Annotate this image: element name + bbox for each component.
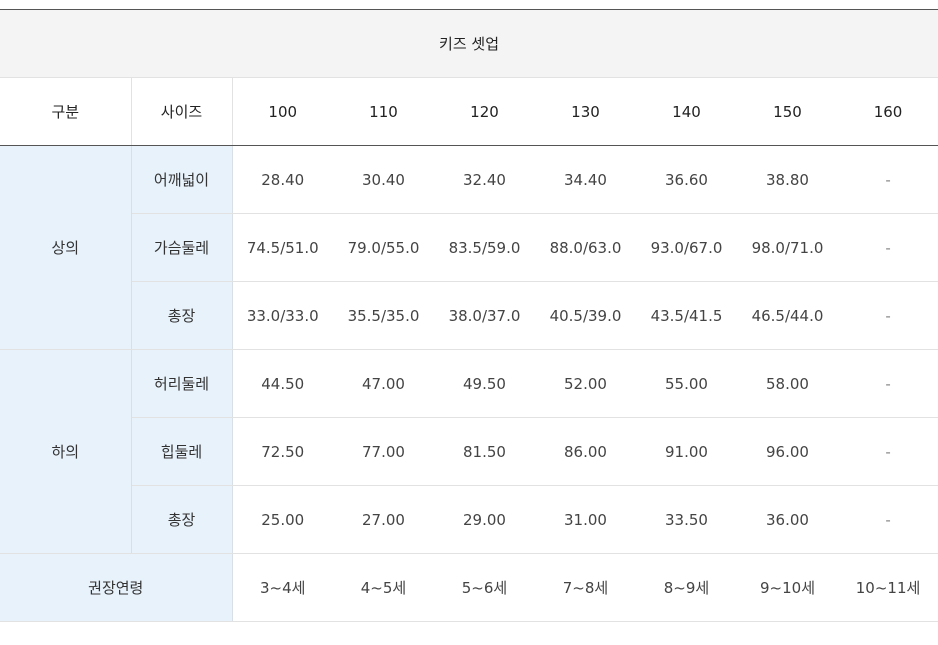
table-cell: 38.80: [737, 145, 838, 214]
table-cell: -: [838, 485, 938, 554]
table-cell: 31.00: [535, 485, 636, 554]
table-cell: 29.00: [434, 485, 535, 554]
table-cell: 34.40: [535, 145, 636, 214]
table-cell: 72.50: [232, 417, 333, 486]
table-cell: 9~10세: [737, 553, 838, 622]
row-label: 총장: [131, 281, 233, 350]
table-cell: 58.00: [737, 349, 838, 418]
table-cell: 44.50: [232, 349, 333, 418]
table-row: 하의 허리둘레 44.50 47.00 49.50 52.00 55.00 58…: [0, 349, 938, 554]
table-cell: 35.5/35.0: [333, 281, 434, 350]
row-label: 가슴둘레: [131, 213, 233, 282]
header-category: 구분: [0, 77, 132, 146]
table-title-row: 키즈 셋업: [0, 9, 938, 78]
table-cell: -: [838, 281, 938, 350]
header-size-110: 110: [333, 77, 434, 146]
table-cell: 36.60: [636, 145, 737, 214]
table-cell: 5~6세: [434, 553, 535, 622]
table-cell: 43.5/41.5: [636, 281, 737, 350]
table-cell: 91.00: [636, 417, 737, 486]
table-cell: 74.5/51.0: [232, 213, 333, 282]
category-bottom: 하의: [0, 349, 132, 554]
table-row: 상의 어깨넓이 28.40 30.40 32.40 34.40 36.60 38…: [0, 145, 938, 350]
table-row: 가슴둘레 74.5/51.0 79.0/55.0 83.5/59.0 88.0/…: [0, 213, 938, 282]
table-cell: 81.50: [434, 417, 535, 486]
table-cell: 27.00: [333, 485, 434, 554]
table-cell: -: [838, 145, 938, 214]
table-cell: 32.40: [434, 145, 535, 214]
table-cell: 47.00: [333, 349, 434, 418]
header-size-120: 120: [434, 77, 535, 146]
header-size-100: 100: [232, 77, 333, 146]
row-label: 힙둘레: [131, 417, 233, 486]
row-label: 총장: [131, 485, 233, 554]
table-cell: 93.0/67.0: [636, 213, 737, 282]
table-cell: 79.0/55.0: [333, 213, 434, 282]
table-cell: 30.40: [333, 145, 434, 214]
table-cell: 3~4세: [232, 553, 333, 622]
table-row-age: 권장연령 3~4세 4~5세 5~6세 7~8세 8~9세 9~10세 10~1…: [0, 553, 938, 622]
table-cell: 38.0/37.0: [434, 281, 535, 350]
table-cell: 49.50: [434, 349, 535, 418]
age-label: 권장연령: [0, 553, 233, 622]
table-cell: 40.5/39.0: [535, 281, 636, 350]
table-cell: 88.0/63.0: [535, 213, 636, 282]
table-cell: 98.0/71.0: [737, 213, 838, 282]
table-title: 키즈 셋업: [0, 9, 938, 78]
header-size: 사이즈: [131, 77, 233, 146]
table-cell: -: [838, 417, 938, 486]
table-cell: 46.5/44.0: [737, 281, 838, 350]
table-row: 총장 25.00 27.00 29.00 31.00 33.50 36.00 -: [0, 485, 938, 554]
table-cell: 33.0/33.0: [232, 281, 333, 350]
table-cell: 8~9세: [636, 553, 737, 622]
size-table: 키즈 셋업 구분 사이즈 100 110 120 130 140 150 160…: [0, 9, 938, 622]
row-label: 어깨넓이: [131, 145, 233, 214]
table-cell: 86.00: [535, 417, 636, 486]
table-row: 힙둘레 72.50 77.00 81.50 86.00 91.00 96.00 …: [0, 417, 938, 486]
table-cell: 52.00: [535, 349, 636, 418]
table-cell: 7~8세: [535, 553, 636, 622]
table-cell: 4~5세: [333, 553, 434, 622]
table-cell: 55.00: [636, 349, 737, 418]
table-cell: 36.00: [737, 485, 838, 554]
header-size-140: 140: [636, 77, 737, 146]
header-size-160: 160: [838, 77, 938, 146]
size-chart: 키즈 셋업 구분 사이즈 100 110 120 130 140 150 160…: [0, 0, 938, 645]
table-cell: 77.00: [333, 417, 434, 486]
table-cell: 33.50: [636, 485, 737, 554]
table-cell: 10~11세: [838, 553, 938, 622]
table-row: 총장 33.0/33.0 35.5/35.0 38.0/37.0 40.5/39…: [0, 281, 938, 350]
table-cell: 83.5/59.0: [434, 213, 535, 282]
table-cell: 96.00: [737, 417, 838, 486]
table-header-row: 구분 사이즈 100 110 120 130 140 150 160: [0, 77, 938, 146]
row-label: 허리둘레: [131, 349, 233, 418]
header-size-130: 130: [535, 77, 636, 146]
category-top: 상의: [0, 145, 132, 350]
table-cell: 25.00: [232, 485, 333, 554]
table-cell: -: [838, 213, 938, 282]
header-size-150: 150: [737, 77, 838, 146]
table-cell: 28.40: [232, 145, 333, 214]
table-cell: -: [838, 349, 938, 418]
